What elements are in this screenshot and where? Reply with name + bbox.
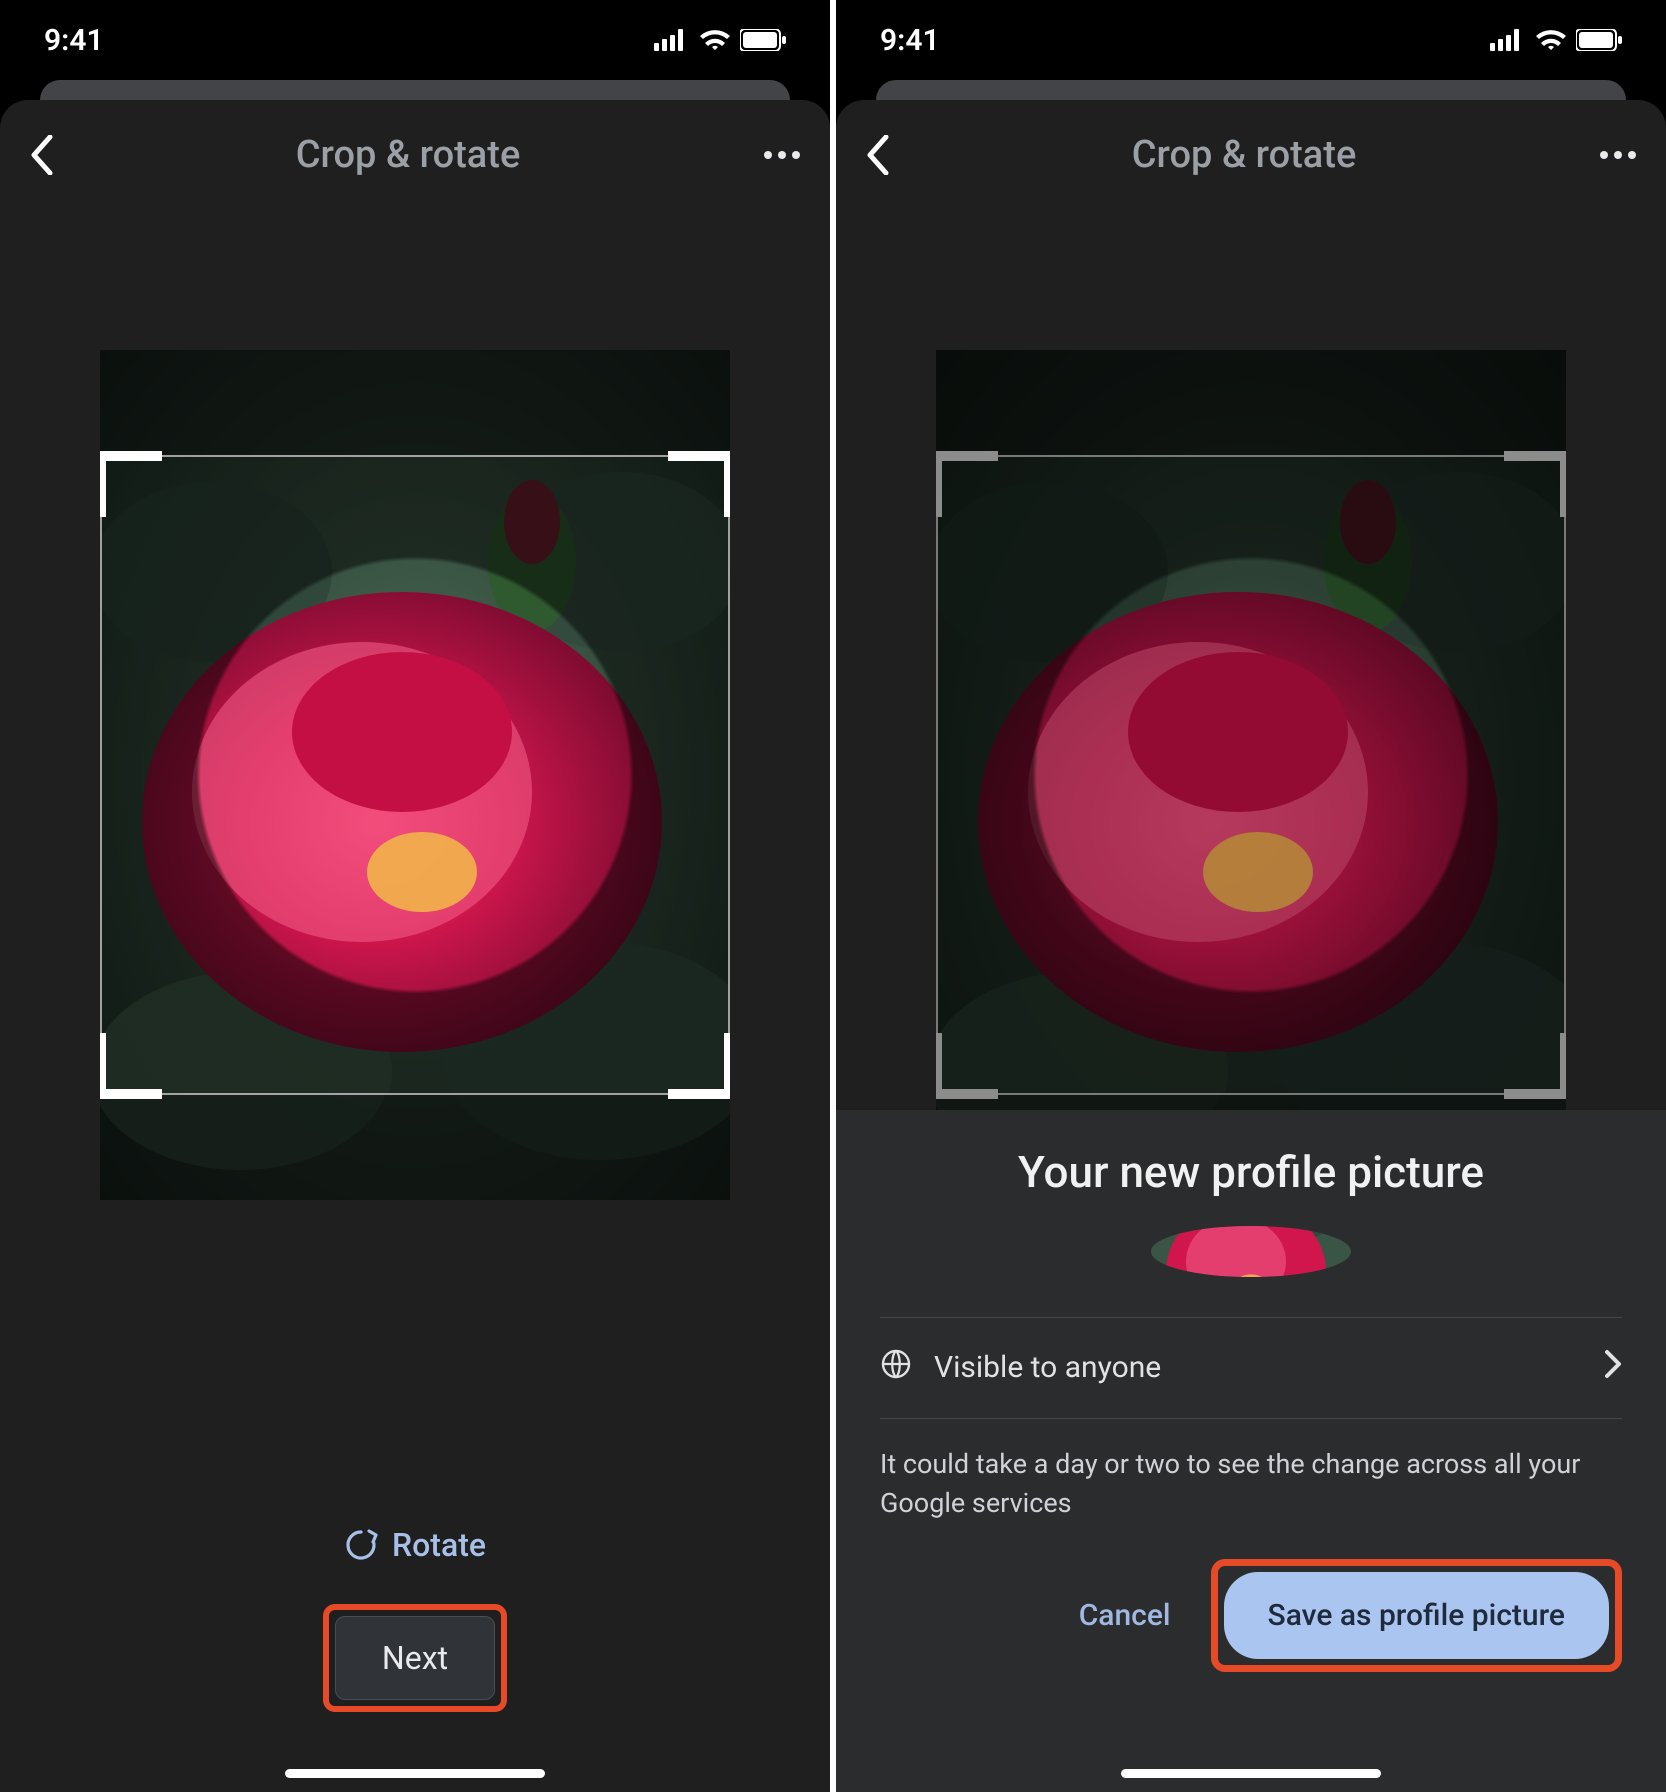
save-button-highlight: Save as profile picture <box>1211 1559 1622 1672</box>
circle-mask <box>102 457 728 1093</box>
phone-left: 9:41 Crop & rotate <box>0 0 830 1792</box>
crop-rotate-screen: Crop & rotate <box>0 100 830 1792</box>
crop-frame[interactable] <box>100 455 730 1095</box>
cancel-label: Cancel <box>1079 1598 1171 1633</box>
circle-mask <box>938 457 1564 1093</box>
sheet-peek <box>40 80 790 100</box>
bottom-controls: Rotate Next <box>0 1510 830 1712</box>
confirm-sheet: Your new profile picture <box>836 1110 1666 1792</box>
visibility-row[interactable]: Visible to anyone <box>880 1317 1622 1419</box>
more-button[interactable] <box>762 149 802 161</box>
sheet-actions: Cancel Save as profile picture <box>880 1559 1622 1672</box>
status-time: 9:41 <box>880 23 940 58</box>
propagation-note: It could take a day or two to see the ch… <box>880 1445 1622 1523</box>
crop-handle-tl[interactable] <box>100 451 162 517</box>
next-label: Next <box>382 1639 448 1677</box>
rotate-icon <box>344 1528 378 1562</box>
wifi-icon <box>1536 29 1566 51</box>
cancel-button[interactable]: Cancel <box>1079 1598 1171 1633</box>
status-bar: 9:41 <box>836 0 1666 80</box>
save-profile-picture-button[interactable]: Save as profile picture <box>1224 1572 1609 1659</box>
more-button[interactable] <box>1598 149 1638 161</box>
crop-rotate-screen: Crop & rotate <box>836 100 1666 1792</box>
status-bar: 9:41 <box>0 0 830 80</box>
sheet-title: Your new profile picture <box>880 1146 1622 1198</box>
crop-handle-br <box>1504 1033 1566 1099</box>
wifi-icon <box>700 29 730 51</box>
crop-handle-tr[interactable] <box>668 451 730 517</box>
next-button[interactable]: Next <box>335 1616 495 1700</box>
sheet-peek <box>876 80 1626 100</box>
page-title: Crop & rotate <box>54 133 762 177</box>
cellular-icon <box>1490 29 1526 51</box>
crop-handle-br[interactable] <box>668 1033 730 1099</box>
two-phone-comparison: 9:41 Crop & rotate <box>0 0 1666 1792</box>
page-title: Crop & rotate <box>890 133 1598 177</box>
photo-preview <box>936 350 1566 1200</box>
status-indicators <box>1490 29 1622 51</box>
phone-right: 9:41 Crop & rotate <box>836 0 1666 1792</box>
status-indicators <box>654 29 786 51</box>
rotate-label: Rotate <box>392 1526 486 1564</box>
save-label: Save as profile picture <box>1268 1598 1565 1633</box>
next-button-highlight: Next <box>323 1604 507 1712</box>
crop-handle-bl <box>936 1033 998 1099</box>
photo-preview[interactable] <box>100 350 730 1200</box>
crop-handle-bl[interactable] <box>100 1033 162 1099</box>
crop-frame <box>936 455 1566 1095</box>
cellular-icon <box>654 29 690 51</box>
chevron-right-icon <box>1604 1349 1622 1387</box>
battery-icon <box>740 29 786 51</box>
profile-avatar-preview <box>1151 1226 1351 1277</box>
crop-handle-tr <box>1504 451 1566 517</box>
crop-handle-tl <box>936 451 998 517</box>
battery-icon <box>1576 29 1622 51</box>
visibility-label: Visible to anyone <box>934 1350 1161 1385</box>
rotate-button[interactable]: Rotate <box>316 1510 514 1580</box>
top-bar: Crop & rotate <box>836 100 1666 210</box>
status-time: 9:41 <box>44 23 104 58</box>
home-indicator[interactable] <box>285 1769 545 1778</box>
top-bar: Crop & rotate <box>0 100 830 210</box>
globe-icon <box>880 1348 912 1388</box>
home-indicator[interactable] <box>1121 1769 1381 1778</box>
back-button[interactable] <box>28 135 54 175</box>
back-button[interactable] <box>864 135 890 175</box>
